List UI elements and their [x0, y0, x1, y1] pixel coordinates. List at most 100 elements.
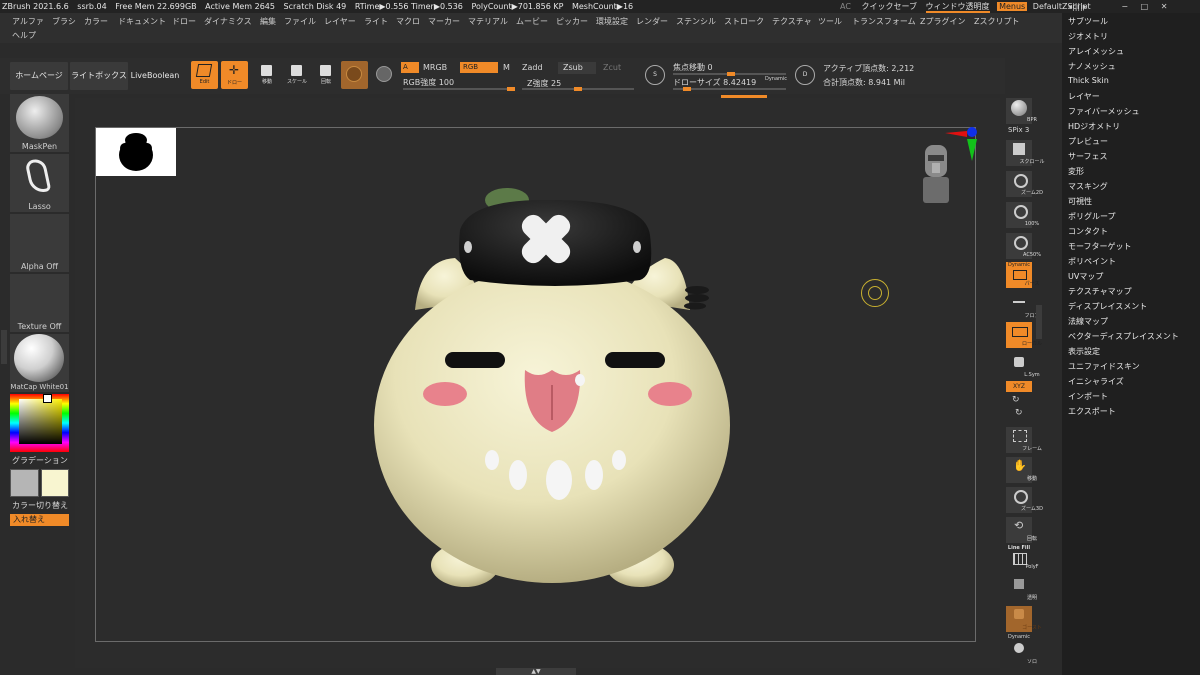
menu-movie[interactable]: ムービー: [516, 15, 548, 29]
rgb-intensity-track[interactable]: [403, 87, 515, 91]
menu-document[interactable]: ドキュメント: [118, 15, 166, 29]
menu-displacement[interactable]: ディスプレイスメント: [1068, 301, 1147, 312]
rotate-y-icon[interactable]: ↻: [1012, 395, 1020, 405]
menu-preferences[interactable]: 環境設定: [596, 15, 628, 29]
gradient-label[interactable]: グラデーション: [12, 455, 68, 466]
texture-slot[interactable]: Texture Off: [10, 274, 69, 332]
menu-transform[interactable]: トランスフォーム: [852, 15, 916, 29]
texture-swatch-button[interactable]: [374, 64, 396, 86]
menu-masking[interactable]: マスキング: [1068, 181, 1108, 192]
m-toggle[interactable]: M: [503, 63, 510, 72]
menu-zscript[interactable]: Zスクリプト: [974, 15, 1019, 29]
menu-morphtarget[interactable]: モーフターゲット: [1068, 241, 1132, 252]
lsym-button[interactable]: L.Sym: [1006, 353, 1040, 379]
menu-picker[interactable]: ピッカー: [556, 15, 588, 29]
menu-subtool[interactable]: サブツール: [1068, 16, 1108, 27]
menu-macro[interactable]: マクロ: [396, 15, 420, 29]
menu-thickskin[interactable]: Thick Skin: [1068, 76, 1109, 85]
draw-button[interactable]: ✛ ドロー: [221, 61, 248, 89]
material-swatch-button[interactable]: [341, 61, 368, 89]
menu-export[interactable]: エクスポート: [1068, 406, 1116, 417]
menu-contact[interactable]: コンタクト: [1068, 226, 1108, 237]
menu-layers[interactable]: レイヤー: [1068, 91, 1100, 102]
focal-shift-slider[interactable]: 焦点移動 0: [673, 62, 713, 73]
menu-polypaint[interactable]: ポリペイント: [1068, 256, 1116, 267]
menu-texturemap[interactable]: テクスチャマップ: [1068, 286, 1132, 297]
menus-toggle[interactable]: Menus: [997, 2, 1028, 11]
menu-help[interactable]: ヘルプ: [12, 29, 36, 43]
rotate-button[interactable]: 回転: [315, 64, 337, 86]
menu-render[interactable]: レンダー: [636, 15, 668, 29]
secondary-color-swatch[interactable]: [41, 469, 69, 497]
zoom100-button[interactable]: 100%: [1006, 202, 1039, 228]
menu-stroke[interactable]: ストローク: [724, 15, 764, 29]
restore-icon[interactable]: □: [1141, 2, 1149, 11]
menu-visibility[interactable]: 可視性: [1068, 196, 1092, 207]
perspective-button[interactable]: Dynamic パース: [1006, 262, 1039, 288]
xyz-button[interactable]: XYZ: [1006, 381, 1032, 392]
solo-button[interactable]: ソロ: [1006, 640, 1037, 666]
right-panel-collapse-handle[interactable]: [1036, 305, 1042, 339]
menu-tool[interactable]: ツール: [818, 15, 842, 29]
main-color-swatch[interactable]: [10, 469, 39, 497]
menu-stencil[interactable]: ステンシル: [676, 15, 716, 29]
menu-normalmap[interactable]: 法線マップ: [1068, 316, 1108, 327]
menu-layer[interactable]: レイヤー: [324, 15, 356, 29]
edit-button[interactable]: Edit: [191, 61, 218, 89]
local-button[interactable]: ローカル: [1006, 322, 1042, 348]
menu-zplugin[interactable]: Zプラグイン: [920, 15, 965, 29]
quicksave-button[interactable]: クイックセーブ: [861, 2, 917, 11]
home-button[interactable]: ホームページ: [10, 62, 68, 90]
liveboolean-button[interactable]: LiveBoolean: [130, 62, 180, 90]
menu-texture[interactable]: テクスチャ: [772, 15, 812, 29]
draw-size-track[interactable]: [673, 87, 786, 91]
menu-initialize[interactable]: イニシャライズ: [1068, 376, 1124, 387]
mrgb-toggle[interactable]: MRGB: [423, 63, 447, 72]
minimize-icon[interactable]: −: [1121, 2, 1128, 11]
alpha-slot[interactable]: Alpha Off: [10, 214, 69, 272]
dynamic-toggle[interactable]: Dynamic: [765, 76, 787, 82]
menu-displayproperties[interactable]: 表示設定: [1068, 346, 1100, 357]
menu-fibermesh[interactable]: ファイバーメッシュ: [1068, 106, 1140, 117]
floor-button[interactable]: フロア: [1006, 294, 1040, 320]
menu-preview[interactable]: プレビュー: [1068, 136, 1108, 147]
zadd-toggle[interactable]: Zadd: [522, 63, 543, 72]
linefill-button[interactable]: Line Fill PolyF: [1006, 545, 1039, 571]
layout-icon[interactable]: ◂||||▸: [1068, 2, 1087, 11]
bottom-panel-handle[interactable]: ▲▼: [496, 668, 576, 675]
menu-deformation[interactable]: 変形: [1068, 166, 1084, 177]
switch-color-label[interactable]: カラー切り替え: [12, 500, 68, 511]
spix-slider[interactable]: SPix 3: [1008, 126, 1029, 134]
focal-shift-track[interactable]: [673, 72, 786, 76]
zsub-toggle[interactable]: Zsub: [558, 62, 596, 74]
menu-arraymesh[interactable]: アレイメッシュ: [1068, 46, 1124, 57]
left-panel-collapse-handle[interactable]: [1, 330, 7, 364]
menu-nanomesh[interactable]: ナノメッシュ: [1068, 61, 1116, 72]
menu-file[interactable]: ファイル: [284, 15, 316, 29]
menu-dynamics[interactable]: ダイナミクス: [204, 15, 252, 29]
menu-hdgeometry[interactable]: HDジオメトリ: [1068, 121, 1120, 132]
menu-color[interactable]: カラー: [84, 15, 108, 29]
transparency-button[interactable]: 透明: [1006, 576, 1037, 602]
transparency-slider[interactable]: ウィンドウ透明度: [925, 2, 990, 13]
menu-material[interactable]: マテリアル: [468, 15, 508, 29]
ac50-button[interactable]: AC50%: [1006, 233, 1041, 259]
rotate-view-button[interactable]: ⟲ 回転: [1006, 517, 1037, 543]
ghost-button[interactable]: ゴースト: [1006, 606, 1042, 632]
rgb-intensity-slider[interactable]: RGB強度 100: [403, 77, 454, 88]
menu-light[interactable]: ライト: [364, 15, 388, 29]
draw-size-icon[interactable]: D: [795, 65, 815, 85]
color-picker-marker[interactable]: [43, 394, 52, 403]
menu-unifiedskin[interactable]: ユニファイドスキン: [1068, 361, 1140, 372]
zoom3d-button[interactable]: ズーム3D: [1006, 487, 1043, 513]
menu-surface[interactable]: サーフェス: [1068, 151, 1108, 162]
zcut-toggle[interactable]: Zcut: [603, 63, 621, 72]
menu-import[interactable]: インポート: [1068, 391, 1108, 402]
frame-button[interactable]: フレーム: [1006, 427, 1042, 453]
zoom2d-button[interactable]: ズーム2D: [1006, 171, 1043, 197]
stroke-slot[interactable]: Lasso: [10, 154, 69, 212]
brush-slot[interactable]: MaskPen: [10, 94, 69, 152]
move-button[interactable]: 移動: [256, 64, 278, 86]
scroll-button[interactable]: スクロール: [1006, 140, 1045, 166]
navigation-gizmo[interactable]: [915, 125, 980, 205]
